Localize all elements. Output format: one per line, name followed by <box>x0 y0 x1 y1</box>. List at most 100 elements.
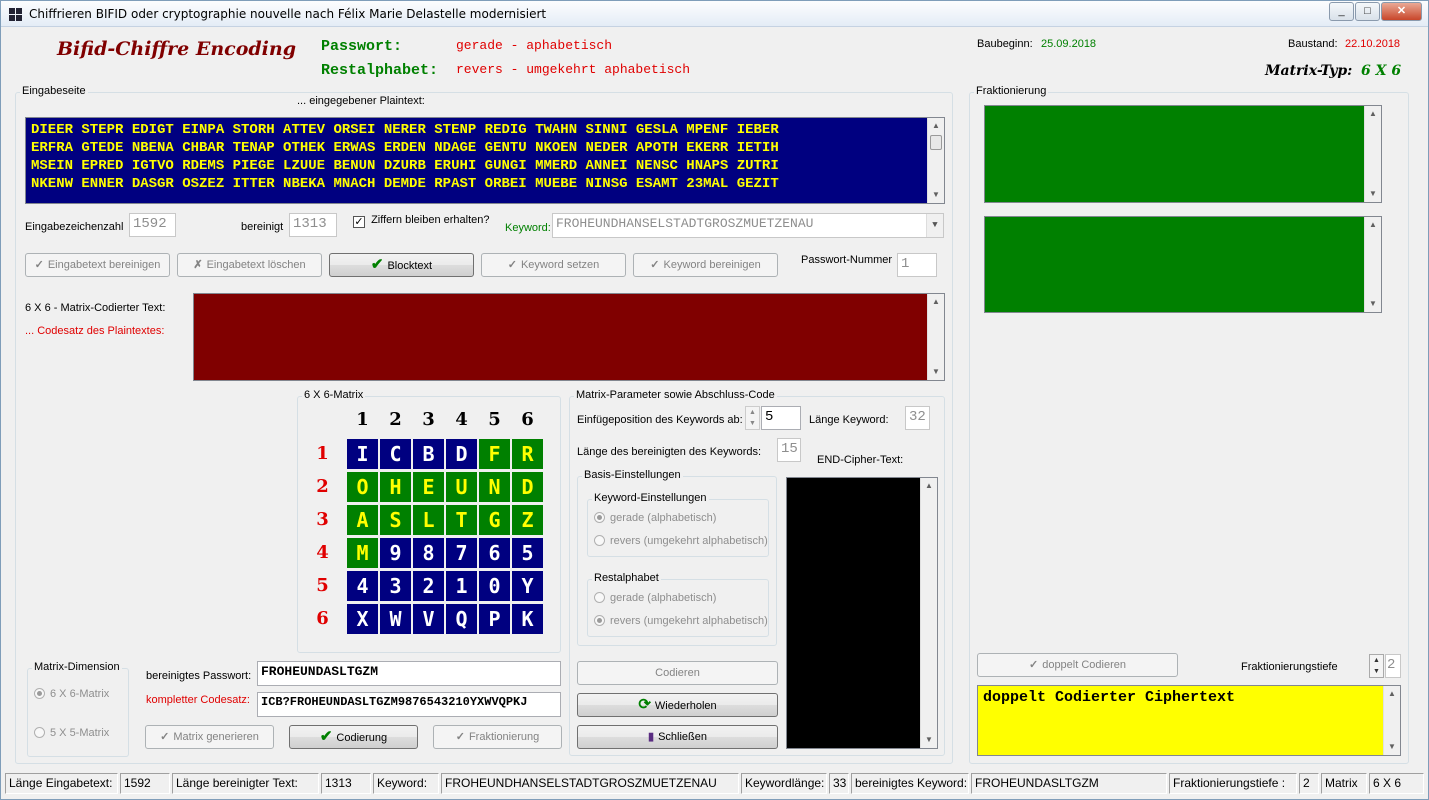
status-bar: Länge Eingabetext: 1592 Länge bereinigte… <box>5 773 1426 795</box>
status-depth: 2 <box>1299 773 1319 794</box>
chevron-down-icon[interactable]: ▼ <box>926 214 943 237</box>
clean-keyword-length-field[interactable]: 15 <box>777 438 801 462</box>
scroll-down-icon[interactable]: ▼ <box>928 187 944 203</box>
scroll-down-icon[interactable]: ▼ <box>928 364 944 380</box>
matrix-cell: 4 <box>347 571 378 601</box>
plaintext-scrollbar[interactable]: ▲ ▼ <box>927 118 944 203</box>
matrix-typ-label: Matrix-Typ: <box>1265 63 1353 79</box>
minimize-button[interactable]: _ <box>1329 2 1354 21</box>
digits-label: Ziffern bleiben erhalten? <box>371 214 490 226</box>
end-cipher-scrollbar[interactable]: ▲ ▼ <box>920 478 937 748</box>
status-len-clean: 1313 <box>321 773 371 794</box>
scroll-up-icon[interactable]: ▲ <box>1384 686 1400 702</box>
baubeginn-value: 25.09.2018 <box>1041 38 1097 50</box>
codesatz-label: ... Codesatz des Plaintextes: <box>25 325 165 337</box>
maximize-button[interactable]: □ <box>1355 2 1380 21</box>
basis-settings-label: Basis-Einstellungen <box>582 469 683 481</box>
fraction1-scrollbar[interactable]: ▲ ▼ <box>1364 106 1381 202</box>
matrix-cell: X <box>347 604 378 634</box>
blocktext-button[interactable]: ✔ Blocktext <box>329 253 474 277</box>
status-kwlen: 33 <box>829 773 849 794</box>
baubeginn-label: Baubeginn: <box>977 38 1033 50</box>
matrix-cell: 1 <box>446 571 477 601</box>
matrix-row-header: 5 <box>316 575 329 596</box>
matrix-col-header: 4 <box>455 409 468 430</box>
scroll-down-icon[interactable]: ▼ <box>921 732 937 748</box>
keyword-length-field[interactable]: 32 <box>905 406 930 430</box>
matrix-cell: I <box>347 439 378 469</box>
matrix-row-header: 3 <box>316 509 329 530</box>
plaintext-line: NKENW ENNER DASGR OSZEZ ITTER NBEKA MNAC… <box>31 176 779 192</box>
rest-gerade-radio[interactable]: gerade (alphabetisch) <box>594 592 716 604</box>
generate-matrix-button[interactable]: ✓ Matrix generieren <box>145 725 274 749</box>
check-icon: ✔ <box>319 728 333 745</box>
matrix-cell: E <box>413 472 444 502</box>
kw-revers-radio[interactable]: revers (umgekehrt alphabetisch) <box>594 535 768 547</box>
scroll-down-icon[interactable]: ▼ <box>1365 296 1381 312</box>
double-cipher-memo[interactable]: doppelt Codierter Ciphertext ▲ ▼ <box>977 685 1401 756</box>
dimension-group-label: Matrix-Dimension <box>32 661 122 673</box>
count-field[interactable]: 1592 <box>129 213 176 237</box>
scroll-up-icon[interactable]: ▲ <box>1365 106 1381 122</box>
coded-text-memo[interactable]: ▲ ▼ <box>193 293 945 381</box>
title-bar: Chiffrieren BIFID oder cryptographie nou… <box>1 1 1428 27</box>
rest-revers-radio[interactable]: revers (umgekehrt alphabetisch) <box>594 615 768 627</box>
kw-gerade-radio[interactable]: gerade (alphabetisch) <box>594 512 716 524</box>
end-cipher-memo[interactable]: ▲ ▼ <box>786 477 938 749</box>
matrix-col-header: 6 <box>521 409 534 430</box>
scroll-up-icon[interactable]: ▲ <box>928 294 944 310</box>
wiederholen-button[interactable]: ⟳ Wiederholen <box>577 693 778 717</box>
window-title: Chiffrieren BIFID oder cryptographie nou… <box>29 7 547 21</box>
clean-input-button[interactable]: ✓ Eingabetext bereinigen <box>25 253 170 277</box>
params-group-label: Matrix-Parameter sowie Abschluss-Code <box>574 389 777 401</box>
status-len-in-label: Länge Eingabetext: <box>5 773 118 794</box>
digits-checkbox[interactable]: ✓ Ziffern bleiben erhalten? <box>353 214 490 228</box>
insert-position-spinner[interactable]: ▲ ▼ <box>745 406 760 430</box>
scroll-down-icon[interactable]: ▼ <box>1384 739 1400 755</box>
schliessen-button[interactable]: ▮ Schließen <box>577 725 778 749</box>
codierung-button[interactable]: ✔ Codierung <box>289 725 418 749</box>
clean-count-field[interactable]: 1313 <box>289 213 337 237</box>
plaintext-line: MSEIN EPRED IGTVO RDEMS PIEGE LZUUE BENU… <box>31 158 779 174</box>
matrix-typ-value: 6 X 6 <box>1361 63 1402 79</box>
clean-keyword-button[interactable]: ✓ Keyword bereinigen <box>633 253 778 277</box>
fraktionierung-button[interactable]: ✓ Fraktionierung <box>433 725 562 749</box>
double-encode-button[interactable]: ✓ doppelt Codieren <box>977 653 1178 677</box>
matrix-cell: M <box>347 538 378 568</box>
matrix-cell: L <box>413 505 444 535</box>
plaintext-memo[interactable]: DIEER STEPR EDIGT EINPA STORH ATTEV ORSE… <box>25 117 945 204</box>
fraction-depth-spinner[interactable]: ▲ ▼ <box>1369 654 1384 678</box>
fraction-memo-1[interactable]: ▲ ▼ <box>984 105 1382 203</box>
insert-position-field[interactable]: 5 <box>761 406 801 430</box>
radio-icon <box>34 727 45 738</box>
matrix-cell: O <box>347 472 378 502</box>
scroll-up-icon[interactable]: ▲ <box>928 118 944 134</box>
matrix-cell: D <box>446 439 477 469</box>
clean-password-label: bereinigtes Passwort: <box>146 670 252 682</box>
clean-password-field[interactable]: FROHEUNDASLTGZM <box>257 661 561 686</box>
status-depth-label: Fraktionierungstiefe : <box>1169 773 1297 794</box>
pwnum-field[interactable]: 1 <box>897 253 937 277</box>
codieren-button[interactable]: Codieren <box>577 661 778 685</box>
fraction-depth-field[interactable]: 2 <box>1385 654 1401 678</box>
scroll-down-icon[interactable]: ▼ <box>1365 186 1381 202</box>
status-matrix-label: Matrix <box>1321 773 1367 794</box>
coded-scrollbar[interactable]: ▲ ▼ <box>927 294 944 380</box>
matrix-cell: A <box>347 505 378 535</box>
dimension-6x6-radio[interactable]: 6 X 6-Matrix <box>34 688 109 700</box>
fraction-memo-2[interactable]: ▲ ▼ <box>984 216 1382 313</box>
scroll-up-icon[interactable]: ▲ <box>921 478 937 494</box>
delete-input-button[interactable]: ✗ Eingabetext löschen <box>177 253 322 277</box>
plaintext-caption: ... eingegebener Plaintext: <box>297 95 425 107</box>
codesatz-field[interactable]: ICB?FROHEUNDASLTGZM9876543210YXWVQPKJ <box>257 692 561 717</box>
close-button[interactable]: ✕ <box>1381 2 1422 21</box>
fraction2-scrollbar[interactable]: ▲ ▼ <box>1364 217 1381 312</box>
set-keyword-button[interactable]: ✓ Keyword setzen <box>481 253 626 277</box>
dimension-5x5-radio[interactable]: 5 X 5-Matrix <box>34 727 109 739</box>
double-cipher-scrollbar[interactable]: ▲ ▼ <box>1383 686 1400 755</box>
check-icon: ✓ <box>455 731 465 743</box>
keyword-combobox[interactable]: FROHEUNDHANSELSTADTGROSZMUETZENAU ▼ <box>552 213 944 238</box>
scroll-up-icon[interactable]: ▲ <box>1365 217 1381 233</box>
scroll-thumb[interactable] <box>930 135 942 150</box>
matrix-cell: H <box>380 472 411 502</box>
